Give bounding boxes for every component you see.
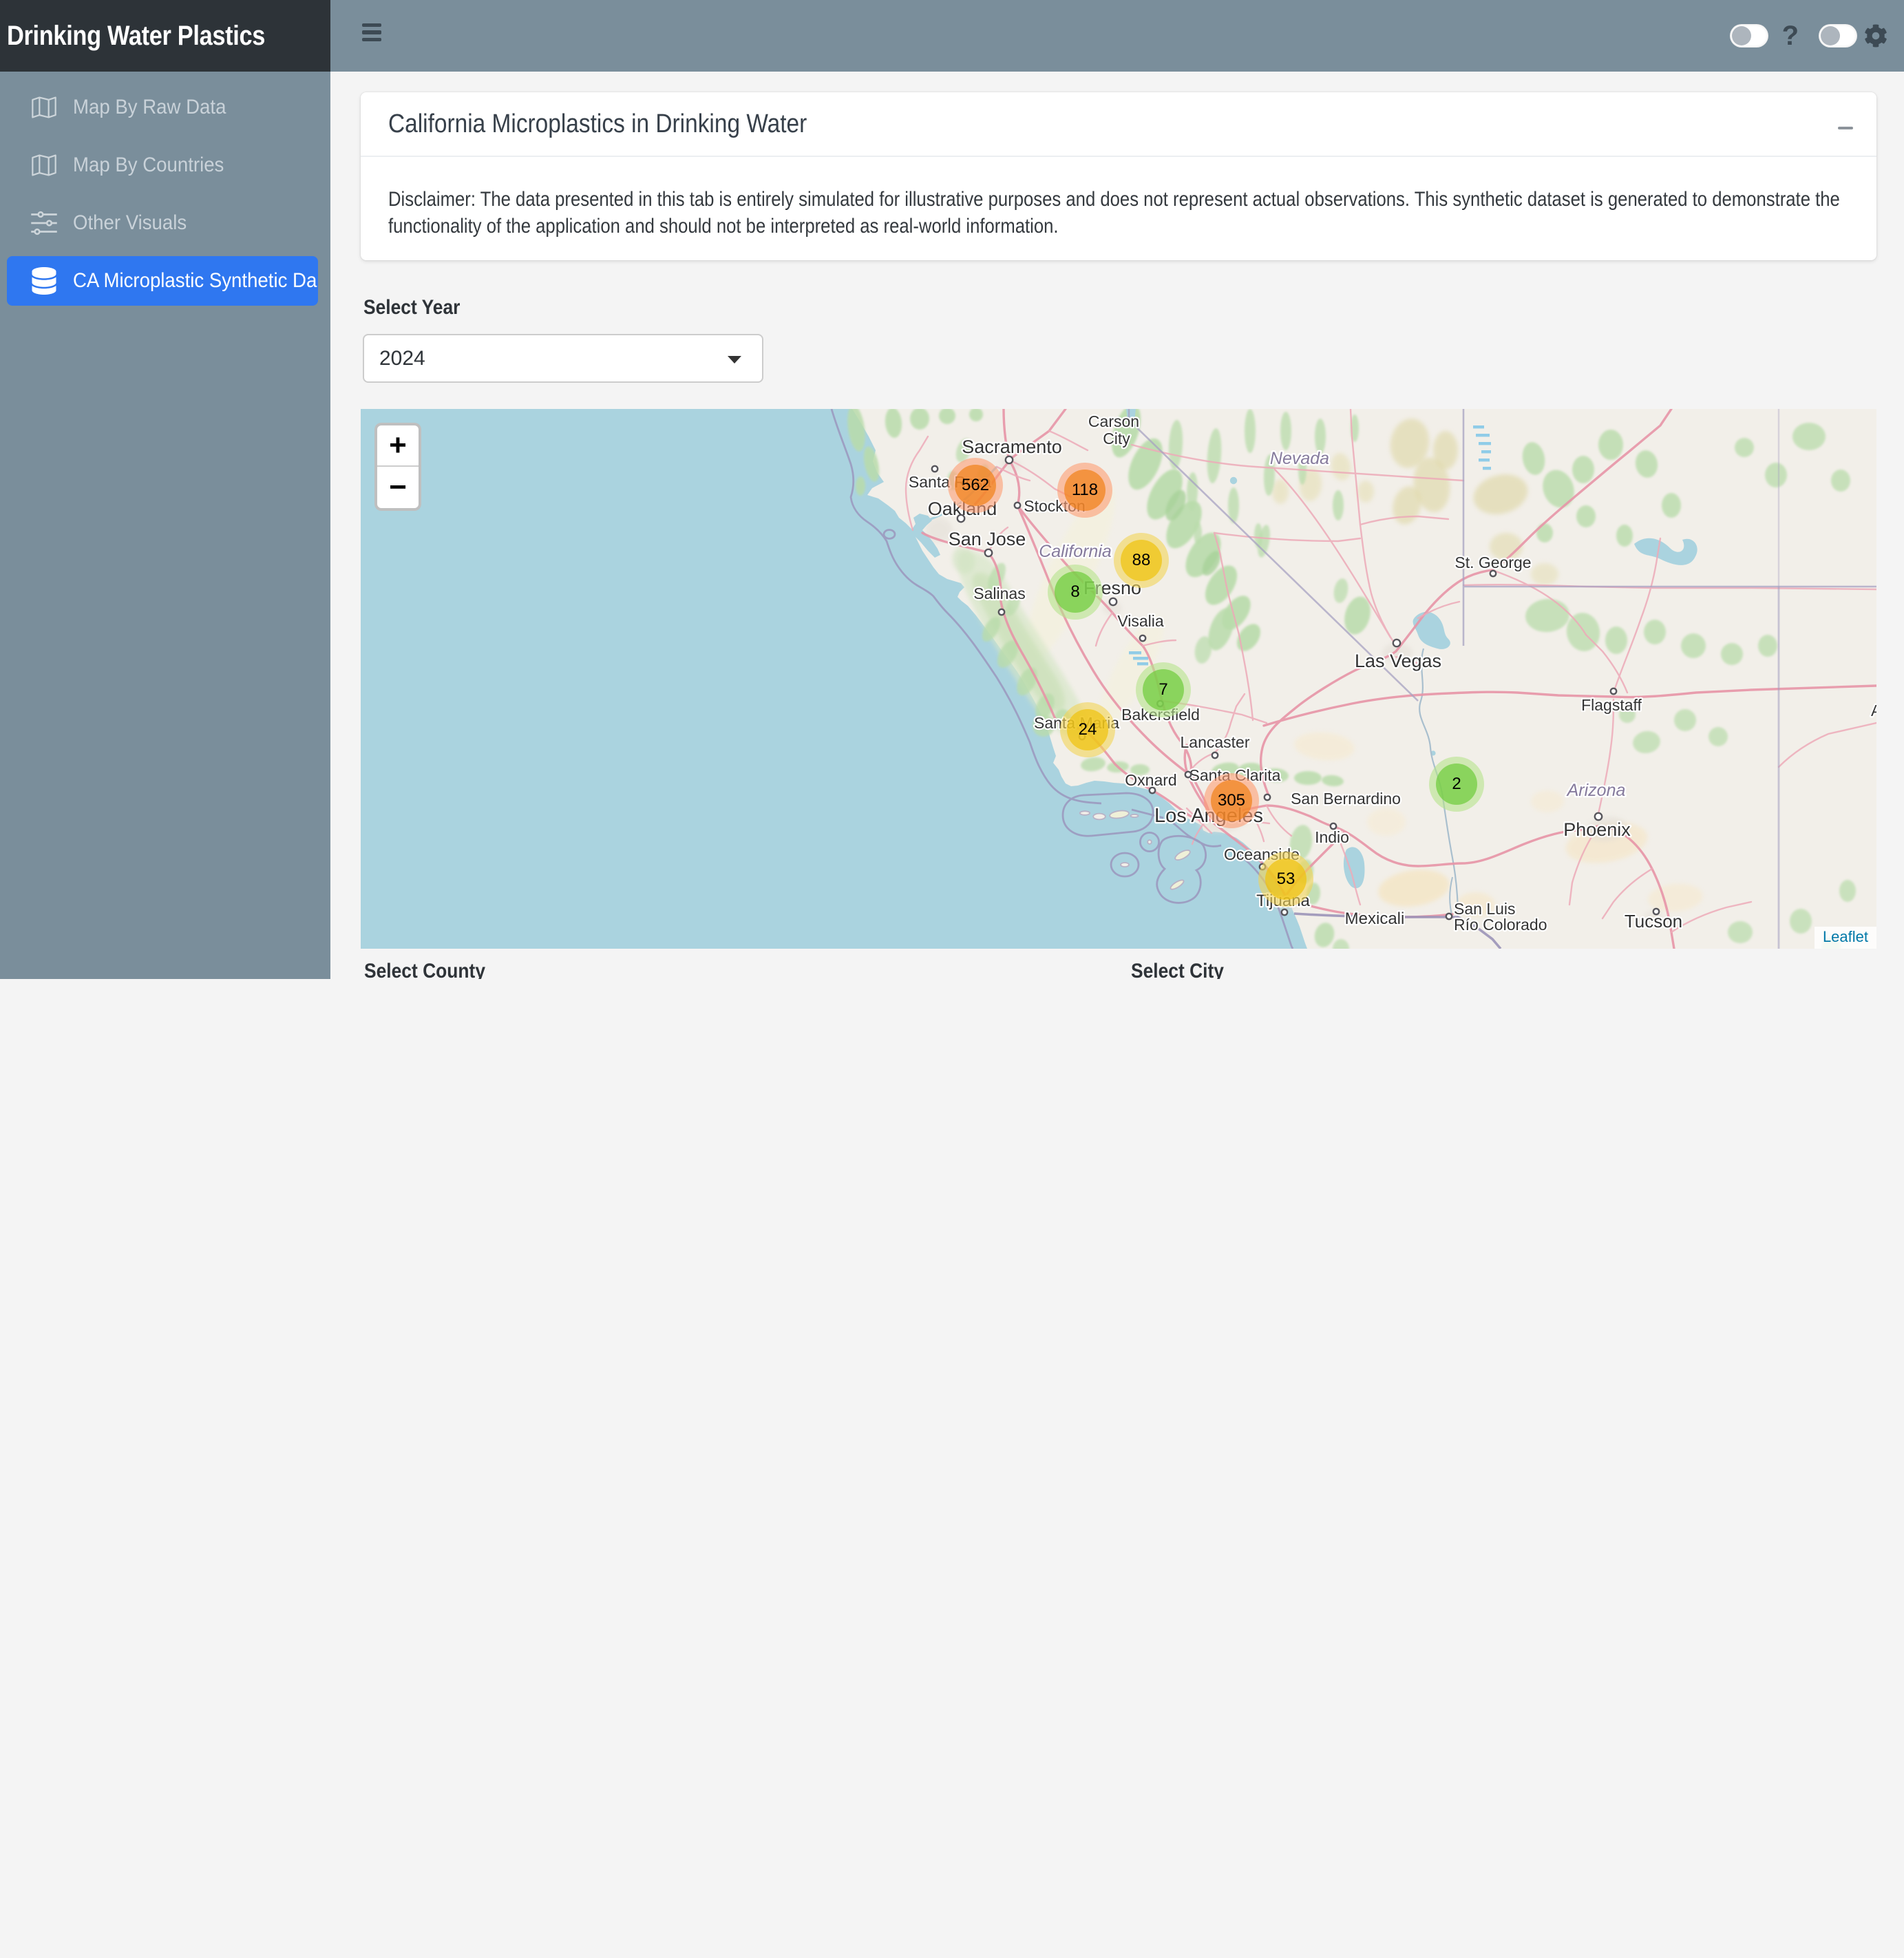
svg-text:Carson: Carson [1088, 412, 1139, 430]
svg-text:Visalia: Visalia [1117, 612, 1164, 630]
svg-text:Oxnard: Oxnard [1125, 771, 1176, 789]
svg-text:Río Colorado: Río Colorado [1454, 916, 1547, 934]
svg-text:Nevada: Nevada [1270, 449, 1329, 468]
svg-text:Indio: Indio [1315, 828, 1349, 846]
svg-text:California: California [1039, 542, 1112, 561]
svg-text:Mexicali: Mexicali [1345, 909, 1405, 928]
svg-text:Arizona: Arizona [1566, 781, 1626, 800]
svg-text:Lancaster: Lancaster [1180, 733, 1249, 751]
svg-text:Sacramento: Sacramento [962, 436, 1062, 457]
svg-text:San Jose: San Jose [949, 529, 1026, 549]
svg-text:San Bernardino: San Bernardino [1291, 790, 1401, 808]
svg-text:Flagstaff: Flagstaff [1581, 696, 1642, 714]
svg-text:St. George: St. George [1455, 554, 1531, 571]
svg-text:City: City [1103, 430, 1130, 448]
svg-text:Phoenix: Phoenix [1563, 819, 1631, 840]
svg-text:A: A [1871, 702, 1876, 719]
svg-text:Salinas: Salinas [973, 585, 1025, 602]
svg-text:Las Vegas: Las Vegas [1355, 651, 1441, 671]
